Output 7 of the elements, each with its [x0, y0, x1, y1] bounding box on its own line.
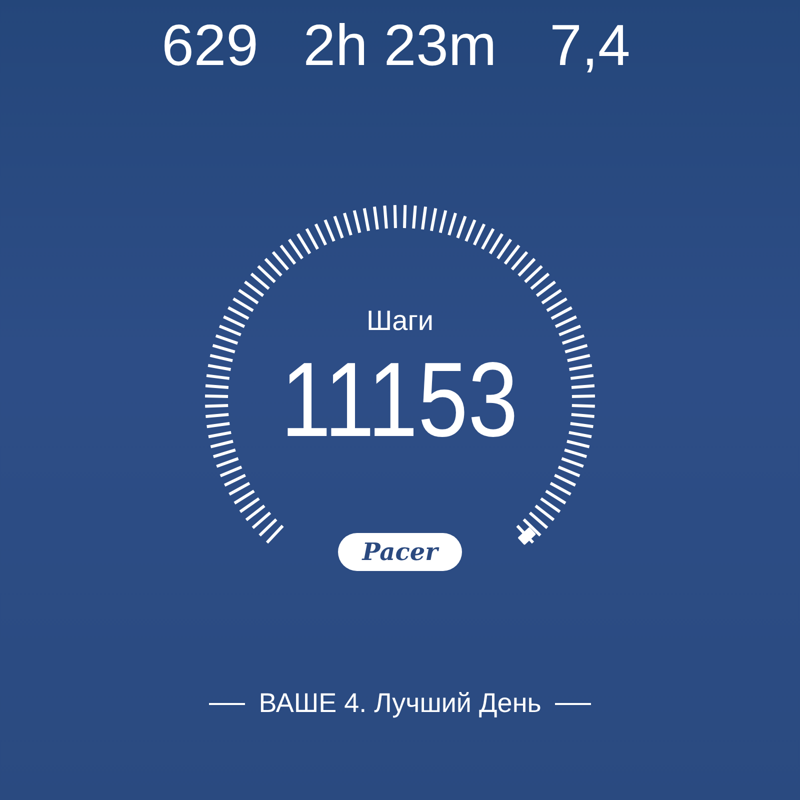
steps-label: Шаги: [366, 305, 434, 337]
logo-badge: Pacer: [338, 533, 462, 571]
stat-value: 7,4: [550, 12, 630, 80]
steps-count: 11153: [281, 340, 519, 460]
best-day-text: ВАШЕ 4. Лучший День: [258, 688, 542, 719]
stat-value: 2h 23m: [303, 12, 497, 80]
stat-value: 629: [162, 12, 258, 80]
